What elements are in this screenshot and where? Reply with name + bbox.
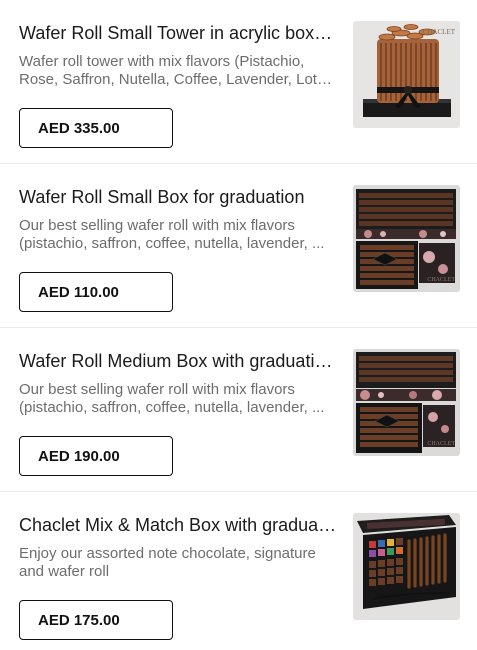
mix-match-box-image xyxy=(353,513,460,620)
product-image[interactable] xyxy=(353,513,460,620)
add-to-cart-price-button[interactable]: AED 335.00 xyxy=(19,108,173,148)
add-to-cart-price-button[interactable]: AED 175.00 xyxy=(19,600,173,640)
add-to-cart-price-button[interactable]: AED 190.00 xyxy=(19,436,173,476)
product-card[interactable]: Wafer Roll Small Tower in acrylic box wi… xyxy=(0,0,477,164)
wafer-tower-image: CHACLET xyxy=(353,21,460,128)
product-title[interactable]: Wafer Roll Small Box for graduation xyxy=(19,186,337,208)
product-title[interactable]: Wafer Roll Small Tower in acrylic box wi… xyxy=(19,22,337,44)
add-to-cart-price-button[interactable]: AED 110.00 xyxy=(19,272,173,312)
product-description: Wafer roll tower with mix flavors (Pista… xyxy=(19,53,333,88)
product-image[interactable]: CHACLET xyxy=(353,185,460,292)
product-description: Our best selling wafer roll with mix fla… xyxy=(19,381,325,416)
product-card[interactable]: Wafer Roll Small Box for graduation Our … xyxy=(0,164,477,328)
product-list: Wafer Roll Small Tower in acrylic box wi… xyxy=(0,0,477,650)
product-description: Enjoy our assorted note chocolate, signa… xyxy=(19,545,316,580)
medium-graduation-box-image: CHACLET xyxy=(353,349,460,456)
graduation-box-image: CHACLET xyxy=(353,185,460,292)
product-image[interactable]: CHACLET xyxy=(353,21,460,128)
product-title[interactable]: Chaclet Mix & Match Box with graduatio..… xyxy=(19,514,337,536)
product-image[interactable]: CHACLET xyxy=(353,349,460,456)
product-card[interactable]: Chaclet Mix & Match Box with graduatio..… xyxy=(0,492,477,650)
product-description: Our best selling wafer roll with mix fla… xyxy=(19,217,325,252)
brand-watermark: CHACLET xyxy=(427,277,455,283)
brand-watermark: CHACLET xyxy=(427,441,455,447)
product-card[interactable]: Wafer Roll Medium Box with graduation...… xyxy=(0,328,477,492)
product-title[interactable]: Wafer Roll Medium Box with graduation... xyxy=(19,350,337,372)
brand-watermark: CHACLET xyxy=(423,28,456,36)
